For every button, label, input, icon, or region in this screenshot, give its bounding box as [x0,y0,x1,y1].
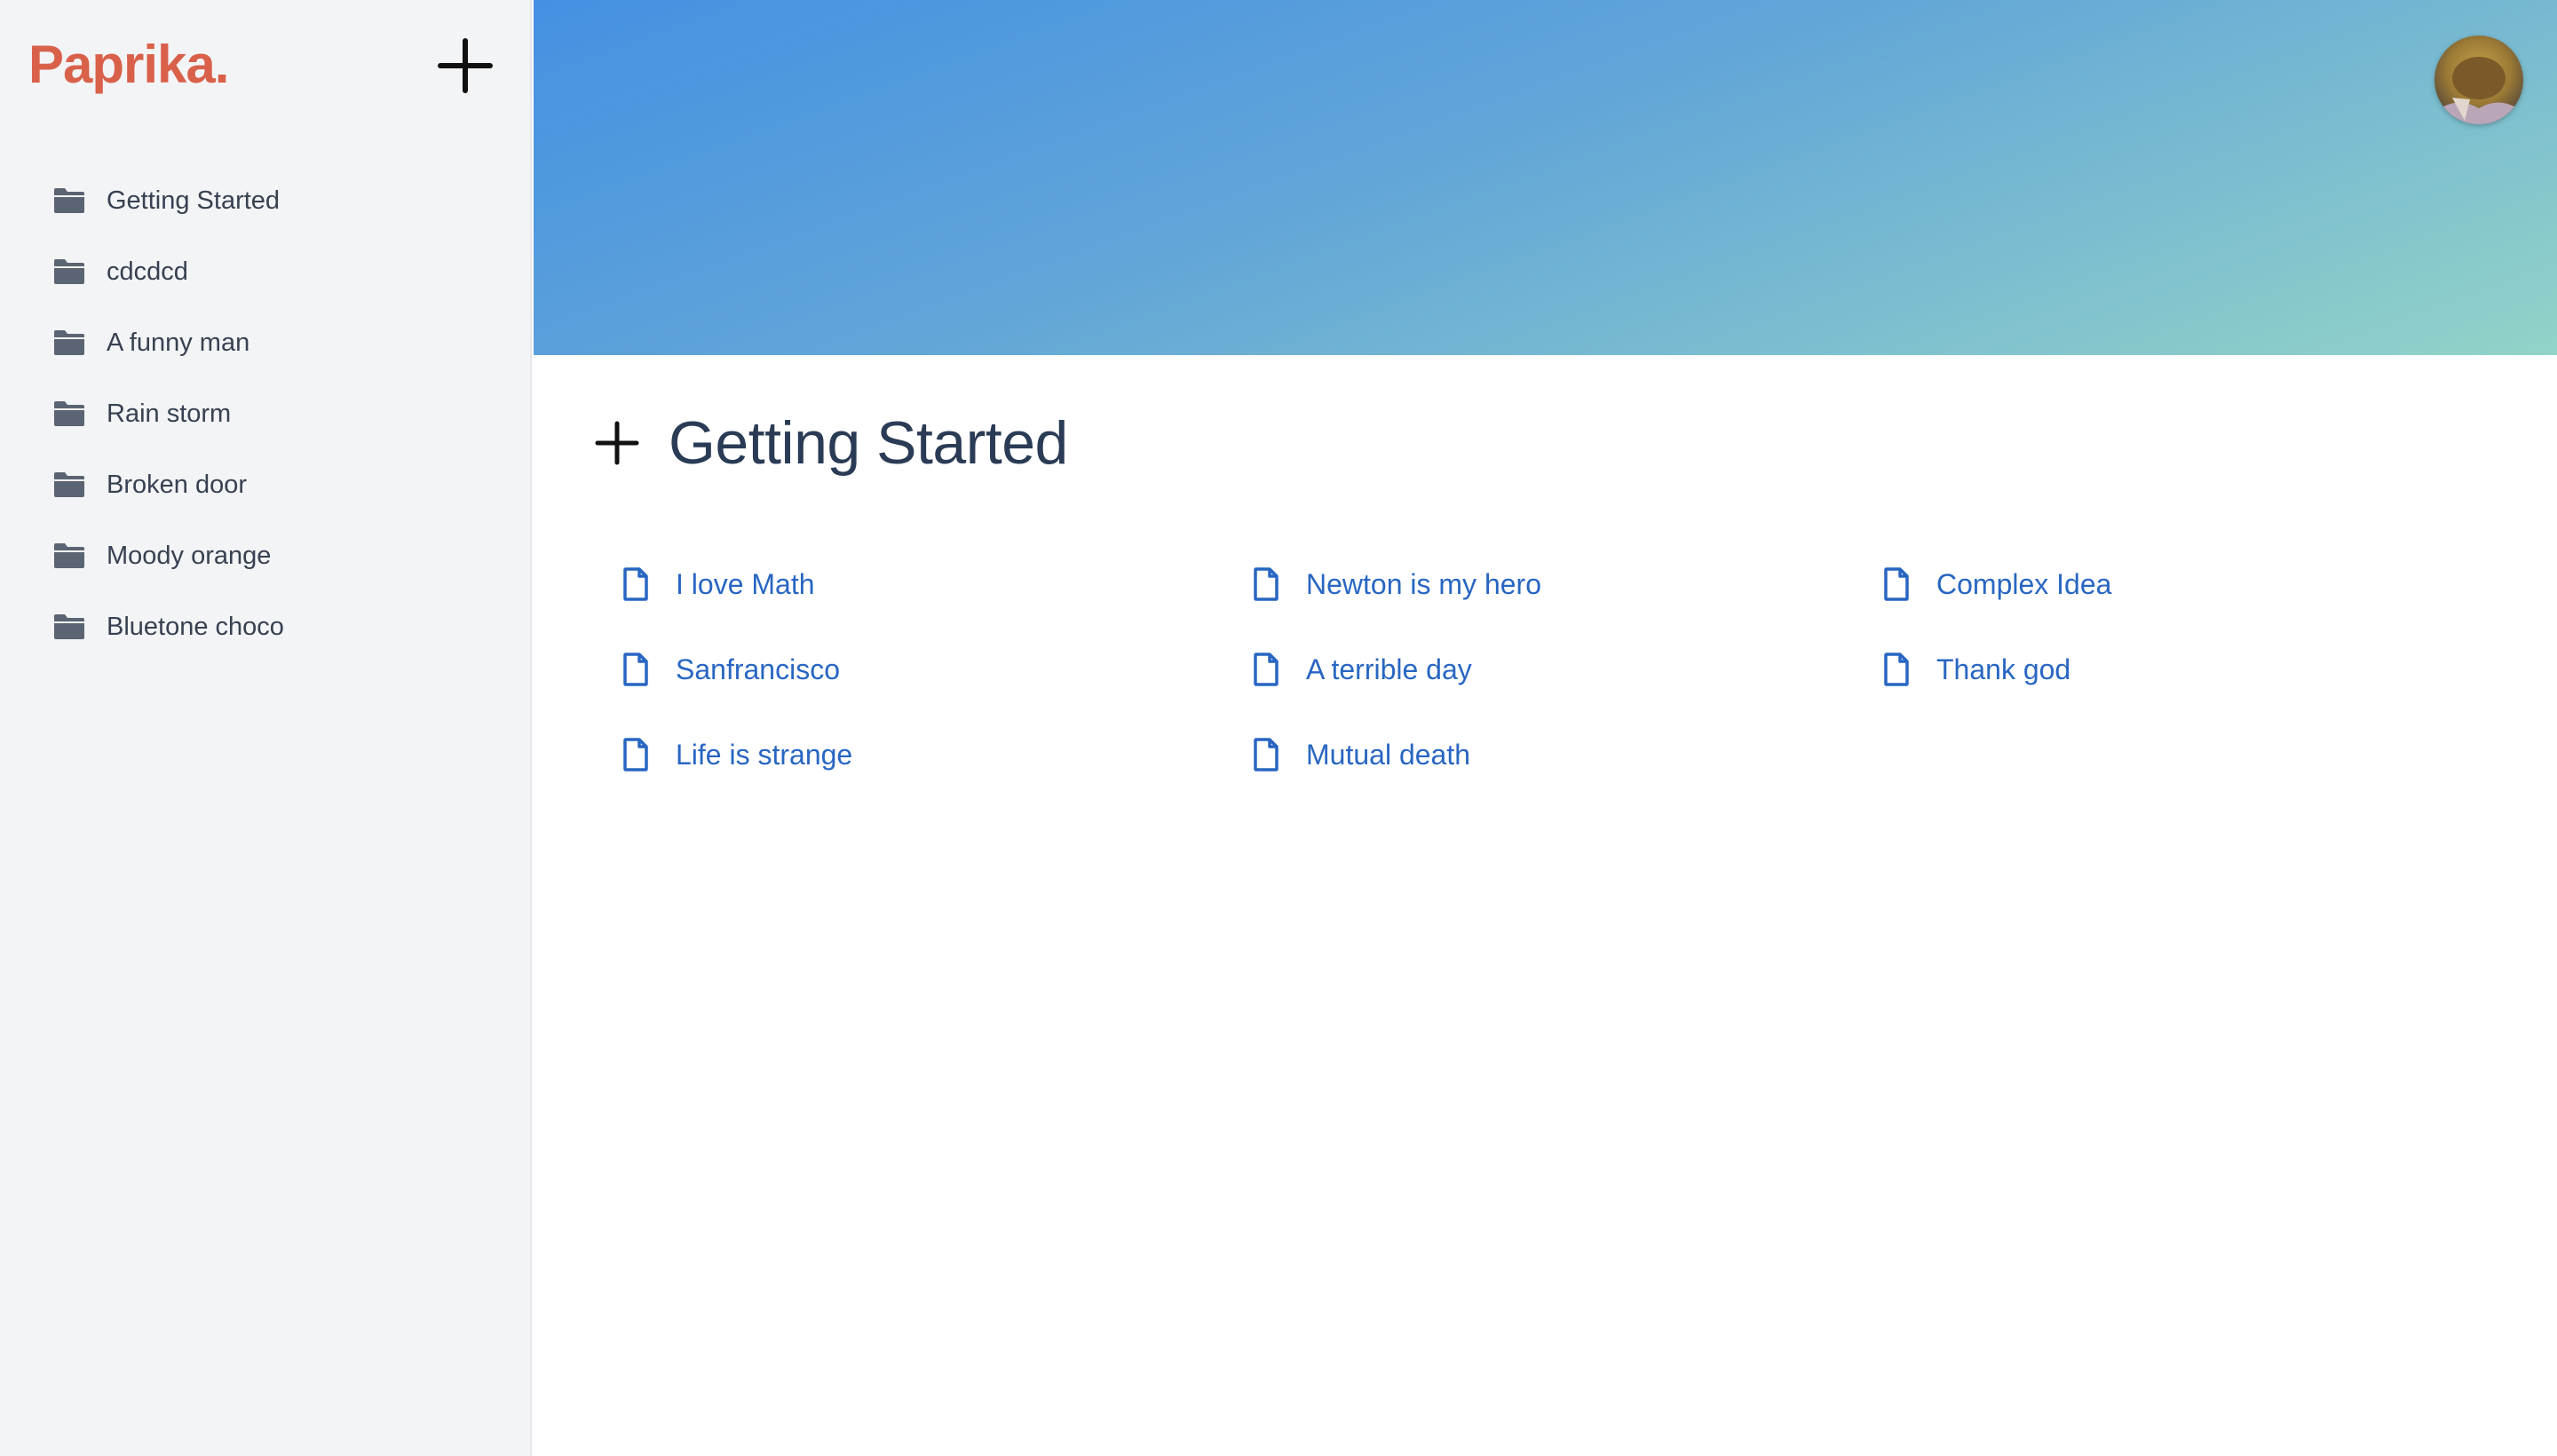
add-note-button[interactable] [592,418,642,468]
page-header: Getting Started [592,408,1068,478]
note-label: Sanfrancisco [676,653,840,685]
cover-banner [534,0,2557,355]
sidebar-item-folder[interactable]: Moody orange [53,520,284,591]
note-label: Life is strange [676,738,853,771]
note-link[interactable]: A terrible day [1253,627,1883,712]
note-link[interactable]: Complex Idea [1883,542,2513,627]
note-label: Mutual death [1306,738,1471,771]
folder-label: A funny man [107,328,250,357]
note-link[interactable]: Mutual death [1253,712,1883,797]
document-icon [623,567,648,601]
sidebar-item-folder[interactable]: Broken door [53,449,284,520]
note-link[interactable]: Newton is my hero [1253,542,1883,627]
folder-icon [54,543,84,568]
notes-grid: I love Math Newton is my hero Complex Id… [622,542,2513,797]
note-label: Complex Idea [1936,567,2112,600]
folder-icon [54,259,84,284]
folder-icon [54,188,84,213]
note-label: Newton is my hero [1306,567,1541,600]
folder-label: Moody orange [107,541,272,570]
avatar[interactable] [2434,36,2523,124]
document-icon [1884,567,1909,601]
folder-icon [54,401,84,426]
sidebar-item-folder[interactable]: Rain storm [53,378,284,449]
document-icon [1254,738,1278,772]
note-link[interactable]: Thank god [1883,627,2513,712]
plus-icon [595,421,639,465]
folder-list: Getting Started cdcdcd A funny man Rain … [53,165,284,662]
note-label: I love Math [676,567,815,600]
document-icon [1254,653,1278,686]
brand-logo[interactable]: Paprika. [28,34,229,95]
folder-label: Broken door [107,470,247,499]
folder-icon [54,472,84,497]
sidebar-item-folder[interactable]: Getting Started [53,165,284,236]
add-folder-button[interactable] [435,36,495,96]
folder-label: cdcdcd [107,257,188,286]
sidebar: Paprika. Getting Started cdcdcd A funny … [0,0,532,1456]
sidebar-item-folder[interactable]: Bluetone choco [53,591,284,662]
sidebar-item-folder[interactable]: A funny man [53,307,284,378]
note-label: Thank god [1936,653,2071,685]
plus-icon [438,38,493,93]
folder-label: Bluetone choco [107,612,284,641]
avatar-image [2434,36,2523,124]
note-link[interactable]: I love Math [622,542,1253,627]
document-icon [1884,653,1909,686]
folder-label: Getting Started [107,186,281,215]
document-icon [623,653,648,686]
folder-icon [54,330,84,355]
document-icon [623,738,648,772]
page-title: Getting Started [669,409,1068,477]
folder-label: Rain storm [107,399,232,428]
note-link[interactable]: Life is strange [622,712,1253,797]
document-icon [1254,567,1278,601]
note-link[interactable]: Sanfrancisco [622,627,1253,712]
main-content: Getting Started I love Math Newton is my… [534,355,2557,1456]
note-label: A terrible day [1306,653,1472,685]
sidebar-item-folder[interactable]: cdcdcd [53,236,284,307]
folder-icon [54,614,84,639]
